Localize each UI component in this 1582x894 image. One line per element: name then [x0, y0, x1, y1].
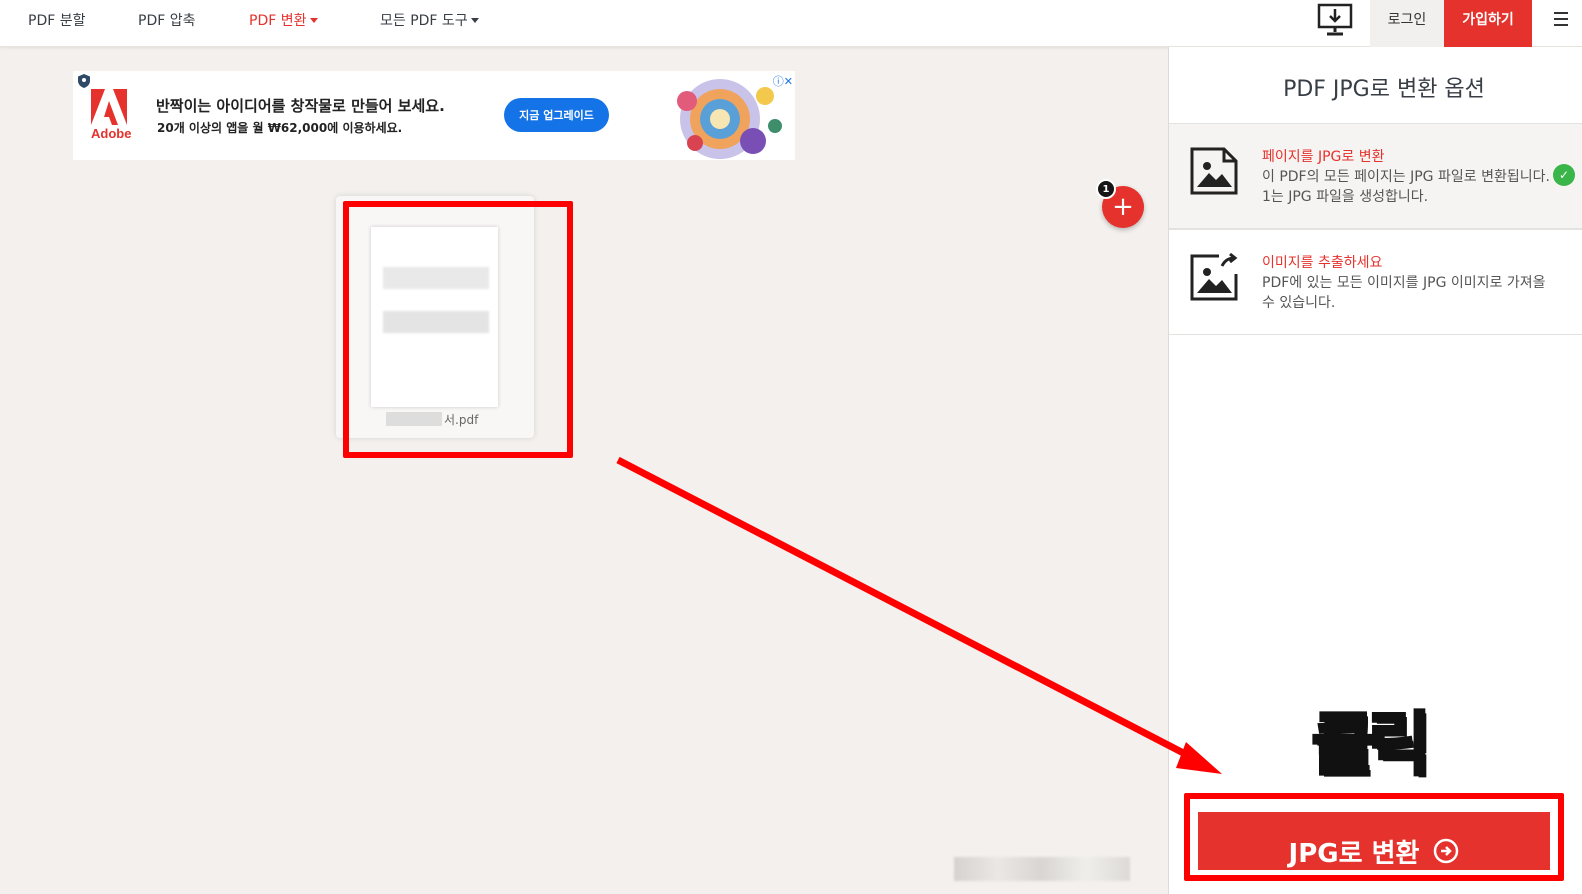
ad-upgrade-button[interactable]: 지금 업그레이드 [504, 98, 609, 132]
convert-label: JPG로 변환 [1288, 838, 1420, 869]
caret-down-icon [470, 18, 479, 23]
option-title: 페이지를 JPG로 변환 [1262, 149, 1385, 165]
blurred-content [383, 311, 489, 333]
arrow-right-circle-icon [1433, 838, 1459, 864]
nav-label: PDF 분할 [28, 13, 86, 29]
caret-down-icon [309, 18, 318, 23]
blurred-region [954, 857, 1130, 881]
option-extract-images[interactable]: 이미지를 추출하세요 PDF에 있는 모든 이미지를 JPG 이미지로 가져올 … [1169, 229, 1582, 335]
ad-subline: 20개 이상의 앱을 월 ₩62,000에 이용하세요. [157, 121, 403, 135]
hamburger-menu-icon[interactable] [1550, 8, 1570, 32]
pdf-page-thumbnail [371, 227, 498, 407]
ad-close-icon[interactable]: ⓘ✕ [773, 73, 793, 89]
image-extract-icon [1190, 252, 1238, 301]
panel-title: PDF JPG로 변환 옵션 [1283, 77, 1485, 102]
nav-label: PDF 변환 [249, 13, 307, 29]
option-page-to-jpg[interactable]: 페이지를 JPG로 변환 이 PDF의 모든 페이지는 JPG 파일로 변환됩니… [1169, 123, 1582, 229]
ad-cta-label: 지금 업그레이드 [519, 109, 594, 122]
ad-shield-icon [78, 74, 90, 88]
nav-label: 모든 PDF 도구 [380, 13, 468, 29]
file-count-badge: 1 [1096, 179, 1116, 199]
option-title: 이미지를 추출하세요 [1262, 255, 1383, 271]
pdf-file-card[interactable]: 서.pdf [336, 196, 534, 438]
convert-to-jpg-button[interactable]: JPG로 변환 [1198, 812, 1550, 870]
plus-icon: + [1112, 192, 1134, 222]
image-page-icon [1190, 147, 1238, 195]
nav-compress-pdf[interactable]: PDF 압축 [138, 10, 196, 30]
ad-artwork-image [677, 79, 782, 159]
top-nav: PDF 분할 PDF 압축 PDF 변환 모든 PDF 도구 로그인 가입하기 [0, 0, 1582, 47]
file-name: 서.pdf [386, 411, 478, 428]
ad-headline: 반짝이는 아이디어를 창작물로 만들어 보세요. [156, 97, 445, 115]
nav-convert-pdf[interactable]: PDF 변환 [249, 10, 318, 30]
blurred-filename [386, 412, 442, 426]
ad-banner[interactable]: Adobe 반짝이는 아이디어를 창작물로 만들어 보세요. 20개 이상의 앱… [73, 71, 795, 160]
nav-all-pdf-tools[interactable]: 모든 PDF 도구 [380, 10, 479, 30]
nav-split-pdf[interactable]: PDF 분할 [28, 10, 86, 30]
login-button[interactable]: 로그인 [1370, 0, 1444, 47]
login-label: 로그인 [1387, 11, 1427, 28]
option-description: 이 PDF의 모든 페이지는 JPG 파일로 변환됩니다. 1는 JPG 파일을… [1262, 169, 1550, 205]
click-annotation-text: 클릭 [1310, 704, 1433, 787]
signup-label: 가입하기 [1462, 11, 1514, 28]
file-name-suffix: 서.pdf [444, 413, 479, 427]
check-icon: ✓ [1553, 164, 1575, 186]
signup-button[interactable]: 가입하기 [1444, 0, 1532, 47]
desktop-download-icon[interactable] [1312, 0, 1358, 40]
option-description: PDF에 있는 모든 이미지를 JPG 이미지로 가져올 수 있습니다. [1262, 275, 1546, 311]
adobe-logo [91, 89, 127, 125]
adobe-brand-text: Adobe [91, 126, 132, 141]
blurred-content [383, 267, 489, 289]
nav-label: PDF 압축 [138, 13, 196, 29]
